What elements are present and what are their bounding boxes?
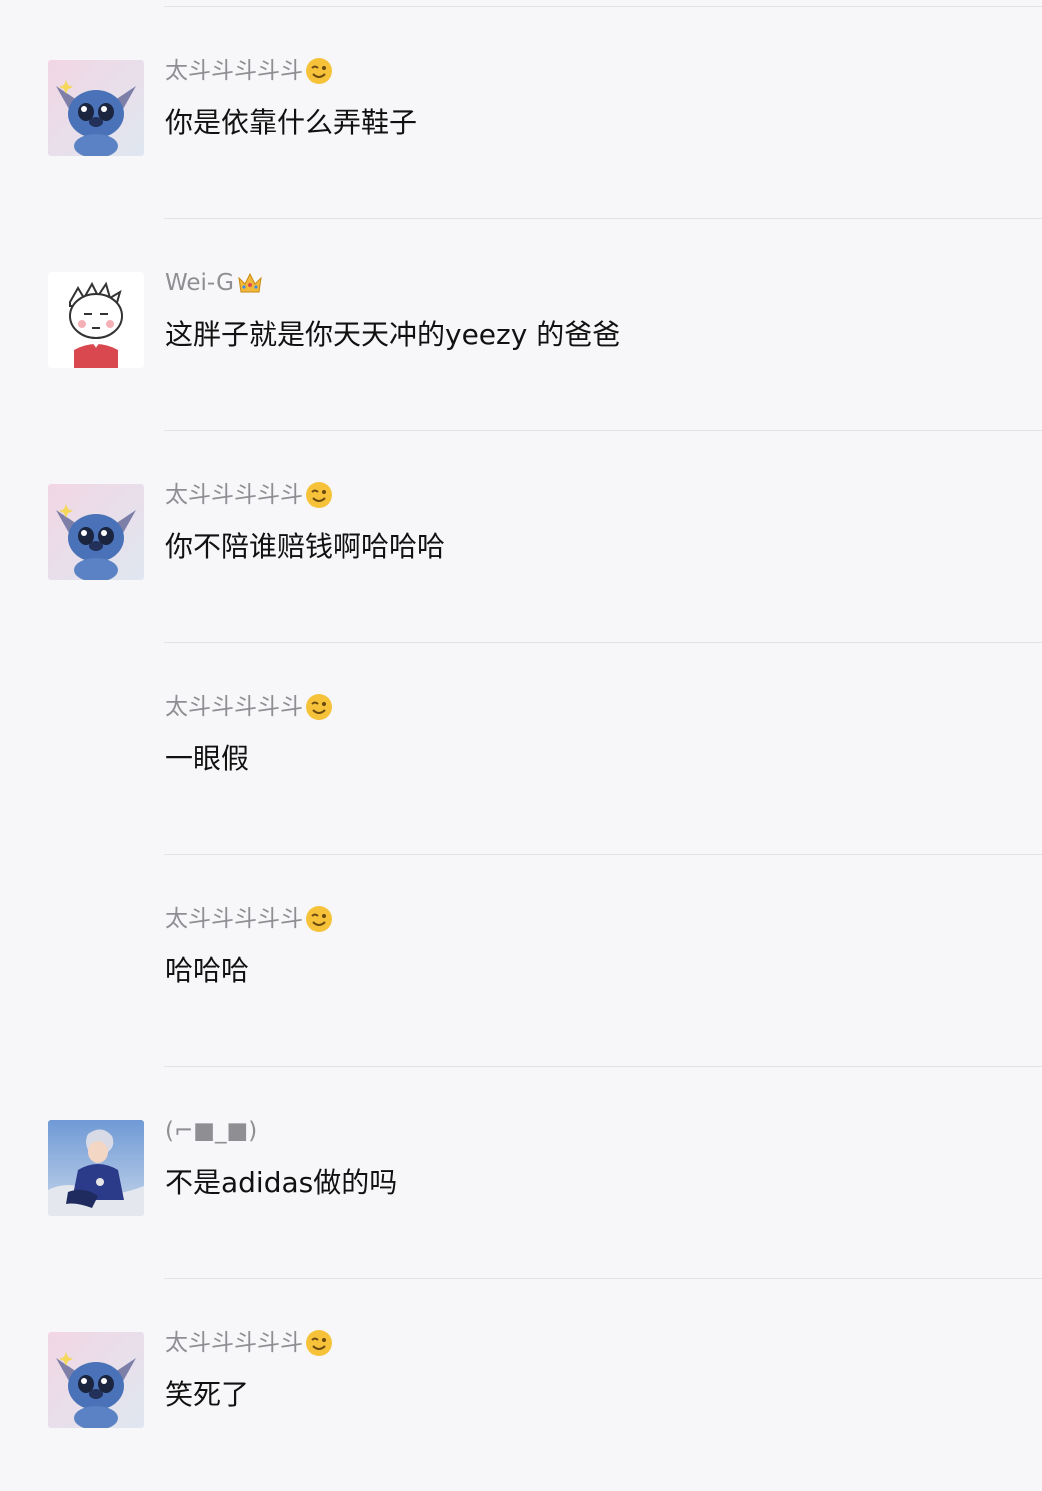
username[interactable]: (⌐■_■) <box>165 1115 257 1147</box>
wink-emoji-icon <box>305 57 333 85</box>
username[interactable]: 太斗斗斗斗斗 <box>165 691 333 723</box>
stitch-avatar[interactable] <box>48 1332 144 1428</box>
username-label: 太斗斗斗斗斗 <box>165 58 303 84</box>
username-label: (⌐■_■) <box>165 1118 258 1144</box>
username-label: 太斗斗斗斗斗 <box>165 906 303 932</box>
comment-text: 这胖子就是你天天冲的yeezy 的爸爸 <box>165 318 621 351</box>
username[interactable]: 太斗斗斗斗斗 <box>165 1327 333 1359</box>
wink-emoji-icon <box>305 1329 333 1357</box>
comment-item: 太斗斗斗斗斗 哈哈哈 <box>0 855 1042 1067</box>
wink-emoji-icon <box>305 905 333 933</box>
username-label: 太斗斗斗斗斗 <box>165 1330 303 1356</box>
username[interactable]: Wei-G <box>165 267 264 299</box>
username[interactable]: 太斗斗斗斗斗 <box>165 55 333 87</box>
cartoon-boy-avatar[interactable] <box>48 272 144 368</box>
comment-text: 哈哈哈 <box>165 954 250 987</box>
anime-character-avatar[interactable] <box>48 1120 144 1216</box>
comment-text: 你不陪谁赔钱啊哈哈哈 <box>165 530 446 563</box>
username-label: 太斗斗斗斗斗 <box>165 694 303 720</box>
comment-text: 不是adidas做的吗 <box>165 1166 398 1199</box>
comment-item: (⌐■_■) 不是adidas做的吗 <box>0 1067 1042 1279</box>
username-label: 太斗斗斗斗斗 <box>165 482 303 508</box>
comment-text: 一眼假 <box>165 742 250 775</box>
crown-emoji-icon <box>236 269 264 297</box>
stitch-avatar[interactable] <box>48 60 144 156</box>
username-label: Wei-G <box>165 270 234 296</box>
wink-emoji-icon <box>305 481 333 509</box>
comment-item: 太斗斗斗斗斗 一眼假 <box>0 643 1042 855</box>
comment-text: 你是依靠什么弄鞋子 <box>165 106 418 139</box>
comment-item: 太斗斗斗斗斗 你不陪谁赔钱啊哈哈哈 <box>0 431 1042 643</box>
comment-item: 太斗斗斗斗斗 笑死了 <box>0 1279 1042 1491</box>
comment-list: 太斗斗斗斗斗 你是依靠什么弄鞋子 Wei-G 这胖子就是你天天冲的yeezy 的… <box>0 7 1042 1491</box>
username[interactable]: 太斗斗斗斗斗 <box>165 903 333 935</box>
wink-emoji-icon <box>305 693 333 721</box>
comment-text: 笑死了 <box>165 1378 250 1411</box>
comment-item: Wei-G 这胖子就是你天天冲的yeezy 的爸爸 <box>0 219 1042 431</box>
stitch-avatar[interactable] <box>48 484 144 580</box>
comment-item: 太斗斗斗斗斗 你是依靠什么弄鞋子 <box>0 7 1042 219</box>
username[interactable]: 太斗斗斗斗斗 <box>165 479 333 511</box>
